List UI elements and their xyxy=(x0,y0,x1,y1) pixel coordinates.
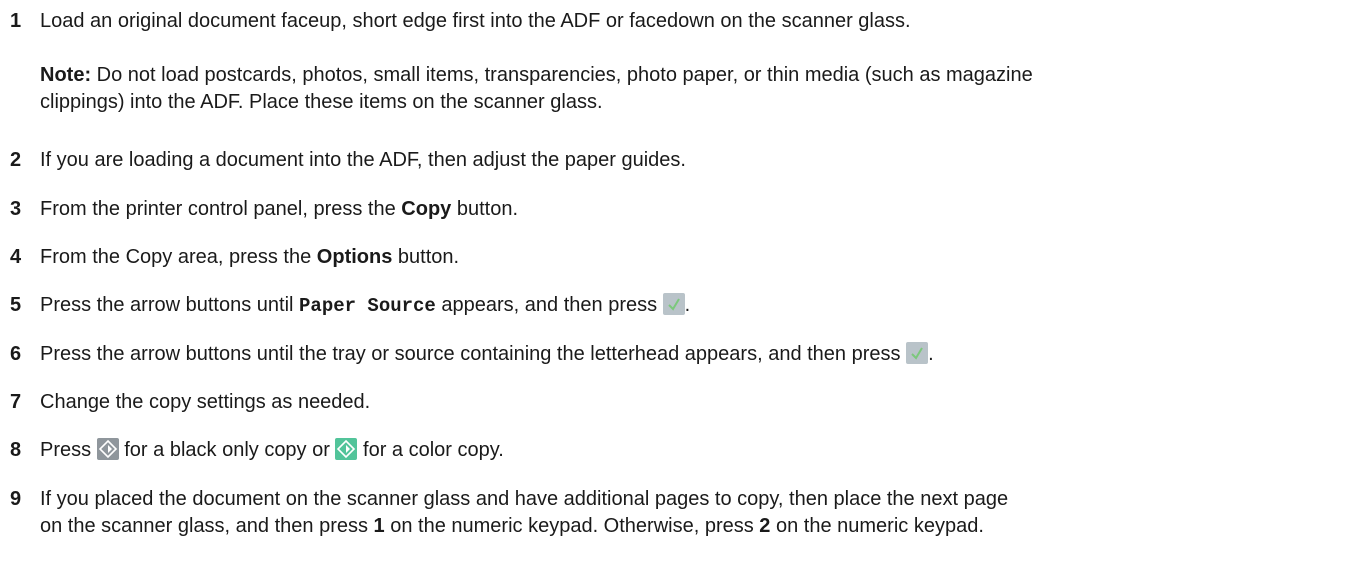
paper-source-menu-text: Paper Source xyxy=(299,295,436,317)
note-label: Note: xyxy=(40,64,92,86)
step-9-line-1: If you placed the document on the scanne… xyxy=(40,488,1009,510)
keypad-key-2: 2 xyxy=(759,515,771,537)
step-text: From the printer control panel, press th… xyxy=(40,198,518,220)
step-text: Press the arrow buttons until Paper Sour… xyxy=(40,293,691,317)
note: Note: Do not load postcards, photos, sma… xyxy=(40,62,1348,116)
step-text: Load an original document faceup, short … xyxy=(40,10,911,32)
step-number: 7 xyxy=(10,391,22,413)
note-text: Do not load postcards, photos, small ite… xyxy=(91,64,1033,86)
checkmark-select-icon xyxy=(662,293,685,315)
start-black-icon xyxy=(96,438,119,460)
instruction-document: 1 Load an original document faceup, shor… xyxy=(0,0,1358,584)
step-text: Change the copy settings as needed. xyxy=(40,391,371,413)
step-number: 6 xyxy=(10,343,22,365)
step-text: If you placed the document on the scanne… xyxy=(40,486,1348,540)
step-text: From the Copy area, press the Options bu… xyxy=(40,246,460,268)
options-button-label: Options xyxy=(316,246,393,268)
start-color-icon xyxy=(335,438,358,460)
step-number: 3 xyxy=(10,198,22,220)
checkmark-select-icon xyxy=(906,342,929,364)
step-text: If you are loading a document into the A… xyxy=(40,149,686,171)
copy-button-label: Copy xyxy=(401,198,452,220)
step-text: Press for a black only copy or for a col… xyxy=(40,438,504,461)
keypad-key-1: 1 xyxy=(373,515,385,537)
step-number: 5 xyxy=(10,294,22,316)
step-number: 4 xyxy=(10,246,22,268)
step-number: 1 xyxy=(10,10,22,32)
step-9-line-2: on the scanner glass, and then press 1 o… xyxy=(40,515,984,537)
step-number: 8 xyxy=(10,439,22,461)
step-text: Press the arrow buttons until the tray o… xyxy=(40,342,934,365)
note-line-2: clippings) into the ADF. Place these ite… xyxy=(40,91,603,113)
step-number: 9 xyxy=(10,488,22,510)
note-line-1: Note: Do not load postcards, photos, sma… xyxy=(40,62,1348,89)
step-number: 2 xyxy=(10,149,22,171)
